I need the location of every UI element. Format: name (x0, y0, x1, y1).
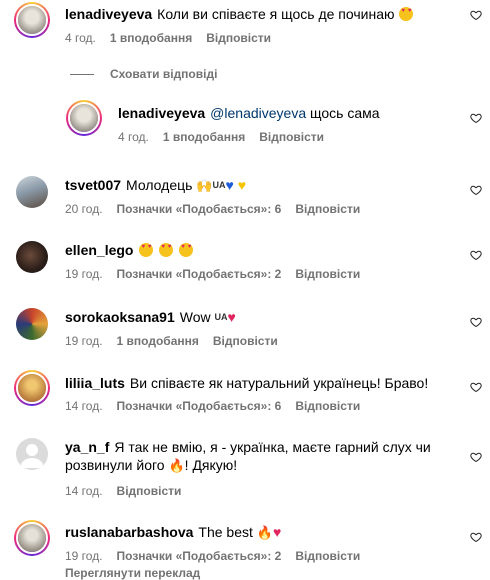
yellow-heart-emoji: ♥ (237, 177, 247, 193)
like-heart-icon[interactable] (470, 112, 482, 124)
comment-meta: 19 год. 1 вподобання Відповісти (65, 333, 292, 349)
comment-meta: 19 год. Позначки «Подобається»: 2 Відповіс… (65, 266, 374, 282)
reply-button[interactable]: Відповісти (259, 130, 324, 144)
like-heart-icon[interactable] (470, 9, 482, 21)
like-count[interactable]: 1 вподобання (110, 31, 192, 45)
comment-body: Я так не вмію, я - українка, маєте гарни… (65, 439, 431, 473)
like-count[interactable]: Позначки «Подобається»: 2 (117, 549, 282, 563)
username[interactable]: ruslanabarbashova (65, 524, 193, 540)
username[interactable]: ellen_lego (65, 242, 133, 258)
like-heart-icon[interactable] (470, 381, 482, 393)
red-heart-emoji: ♥ (227, 309, 236, 325)
comment-body-end: ! Дякую! (184, 457, 238, 473)
like-count[interactable]: Позначки «Подобається»: 6 (117, 202, 282, 216)
comment-text: tsvet007 Молодець 🙌UA♥ ♥ (65, 176, 246, 196)
like-heart-icon[interactable] (470, 451, 482, 463)
comment-meta: 4 год. 1 вподобання Відповісти (118, 129, 338, 145)
comment-time[interactable]: 4 год. (118, 130, 149, 144)
comment-body: Коли ви співаєте я щось де починаю (157, 6, 395, 22)
username[interactable]: liliia_luts (65, 375, 125, 391)
hide-replies-label: Сховати відповіді (110, 67, 218, 81)
username[interactable]: ya_n_f (65, 439, 109, 455)
comment-text: sorokaoksana91 Wow UA♥ (65, 308, 236, 326)
avatar[interactable] (14, 370, 50, 406)
comment-meta: 20 год. Позначки «Подобається»: 6 Відповіс… (65, 201, 374, 217)
comment-meta: 14 год. Відповісти (65, 483, 195, 499)
red-heart-emoji: ♥ (272, 524, 282, 540)
heart-eyes-emoji (179, 243, 194, 257)
comment-time[interactable]: 19 год. (65, 267, 103, 281)
blue-heart-emoji: ♥ (225, 177, 234, 193)
avatar[interactable] (66, 100, 102, 136)
reply-button[interactable]: Відповісти (295, 399, 360, 413)
reply-button[interactable]: Відповісти (295, 549, 360, 563)
comment-time[interactable]: 14 год. (65, 399, 103, 413)
comment-meta: 4 год. 1 вподобання Відповісти (65, 30, 285, 46)
comment-time[interactable]: 20 год. (65, 202, 103, 216)
avatar[interactable] (14, 2, 50, 38)
comment-meta: 19 год. Позначки «Подобається»: 2 Відповіс… (65, 548, 374, 564)
mention-link[interactable]: @lenadiveyeva (210, 105, 306, 121)
comment-text: lenadiveyeva Коли ви співаєте я щось де п… (65, 5, 414, 23)
heart-eyes-emoji (399, 7, 414, 21)
comment-text: ya_n_f Я так не вмію, я - українка, маєте… (65, 438, 435, 475)
heart-eyes-emoji (159, 243, 174, 257)
like-count[interactable]: Позначки «Подобається»: 2 (117, 267, 282, 281)
avatar[interactable] (14, 520, 50, 556)
reply-button[interactable]: Відповісти (213, 334, 278, 348)
see-translation-button[interactable]: Переглянути переклад (65, 566, 200, 580)
comment-text: liliia_luts Ви співаєте як натуральний ук… (65, 374, 428, 392)
default-avatar-icon[interactable] (16, 438, 48, 470)
comment-body: Молодець (126, 177, 193, 193)
reply-button[interactable]: Відповісти (206, 31, 271, 45)
comment-meta: 14 год. Позначки «Подобається»: 6 Відповіс… (65, 398, 374, 414)
comment-body: Wow (179, 309, 211, 325)
fire-emoji: 🔥 (256, 525, 273, 540)
ua-flag: UA (214, 312, 228, 322)
like-count[interactable]: 1 вподобання (117, 334, 199, 348)
ua-flag: UA (212, 180, 226, 190)
comment-body: The best (198, 524, 253, 540)
comment-time[interactable]: 4 год. (65, 31, 96, 45)
like-heart-icon[interactable] (470, 184, 482, 196)
avatar[interactable] (16, 241, 48, 273)
heart-eyes-emoji (139, 243, 154, 257)
like-count[interactable]: Позначки «Подобається»: 6 (117, 399, 282, 413)
reply-button[interactable]: Відповісти (295, 202, 360, 216)
comment-time[interactable]: 14 год. (65, 484, 103, 498)
like-heart-icon[interactable] (470, 531, 482, 543)
comment-time[interactable]: 19 год. (65, 549, 103, 563)
username[interactable]: sorokaoksana91 (65, 309, 175, 325)
divider-line (70, 74, 94, 76)
username[interactable]: lenadiveyeva (65, 6, 152, 22)
username[interactable]: lenadiveyeva (118, 105, 205, 121)
comment-text: ellen_lego (65, 241, 194, 259)
comment-body: щось сама (310, 105, 380, 121)
like-heart-icon[interactable] (470, 249, 482, 261)
reply-button[interactable]: Відповісти (117, 484, 182, 498)
comment-time[interactable]: 19 год. (65, 334, 103, 348)
comment-body: Ви співаєте як натуральний українець! Бр… (129, 375, 429, 391)
like-count[interactable]: 1 вподобання (163, 130, 245, 144)
avatar[interactable] (16, 308, 48, 340)
comment-text: lenadiveyeva @lenadiveyeva щось сама (118, 104, 380, 122)
reply-button[interactable]: Відповісти (295, 267, 360, 281)
fire-emoji: 🔥 (168, 458, 185, 473)
username[interactable]: tsvet007 (65, 177, 121, 193)
comment-text: ruslanabarbashova The best 🔥♥ (65, 523, 281, 542)
raising-hands-emoji: 🙌 (196, 179, 213, 194)
avatar[interactable] (16, 176, 48, 208)
like-heart-icon[interactable] (470, 316, 482, 328)
hide-replies-button[interactable]: Сховати відповіді (70, 66, 217, 82)
